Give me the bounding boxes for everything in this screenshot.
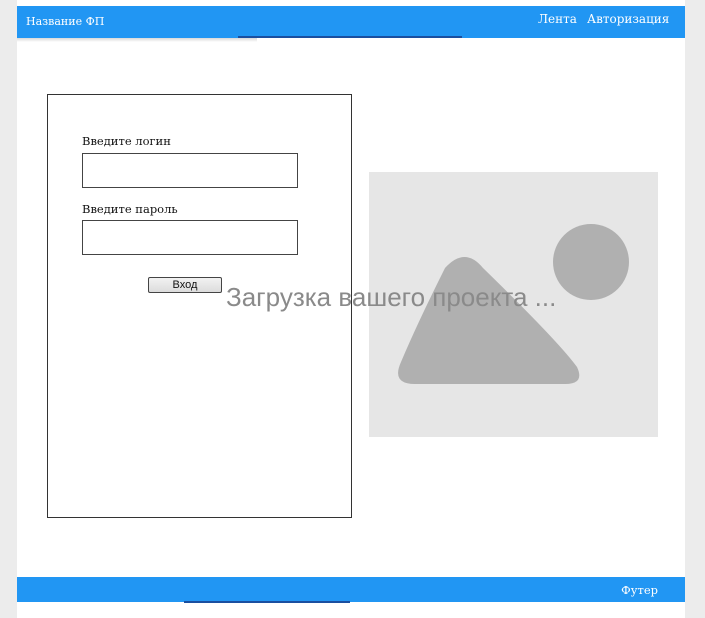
footer-text: Футер bbox=[621, 583, 658, 597]
nav-link-authorization[interactable]: Авторизация bbox=[587, 12, 669, 26]
footer-bar: Футер bbox=[17, 577, 685, 602]
password-input[interactable] bbox=[82, 220, 298, 255]
login-label: Введите логин bbox=[82, 134, 171, 148]
brand-title[interactable]: Название ФП bbox=[26, 15, 104, 28]
placeholder-mountain-icon bbox=[398, 257, 580, 384]
password-label: Введите пароль bbox=[82, 202, 178, 216]
login-button[interactable]: Вход bbox=[148, 277, 222, 293]
login-input[interactable] bbox=[82, 153, 298, 188]
navbar-shadow bbox=[17, 38, 257, 42]
loading-message: Загрузка вашего проекта ... bbox=[226, 282, 557, 312]
navbar-underline bbox=[238, 36, 462, 38]
nav-link-feed[interactable]: Лента bbox=[538, 12, 577, 26]
footer-underline bbox=[184, 601, 350, 603]
placeholder-sun-icon bbox=[553, 224, 629, 300]
top-navbar: Название ФП Лента Авторизация bbox=[17, 6, 685, 38]
